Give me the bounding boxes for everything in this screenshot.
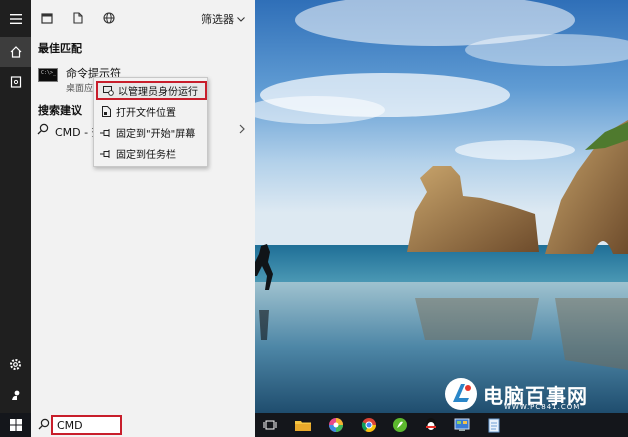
menu-item-label: 固定到"开始"屏幕	[116, 129, 196, 140]
taskbar	[0, 413, 628, 437]
search-icon	[37, 123, 49, 138]
watermark-logo-icon	[445, 378, 477, 410]
hamburger-menu-icon[interactable]	[0, 4, 31, 34]
menu-pin-to-start[interactable]: 固定到"开始"屏幕	[96, 123, 207, 142]
desktop-wallpaper	[255, 0, 628, 413]
menu-item-label: 以管理员身份运行	[118, 87, 198, 98]
windows-logo-icon	[9, 419, 22, 431]
menu-open-file-location[interactable]: 打开文件位置	[96, 102, 207, 121]
chrome-icon[interactable]	[360, 416, 378, 434]
web-filter-icon[interactable]	[101, 10, 117, 26]
search-input[interactable]	[51, 415, 122, 435]
task-view-icon[interactable]	[261, 416, 279, 434]
search-icon	[38, 418, 50, 433]
qq-icon[interactable]	[422, 416, 440, 434]
menu-run-as-admin[interactable]: 以管理员身份运行	[96, 81, 207, 100]
command-prompt-icon: C:\>_	[38, 68, 58, 82]
settings-icon[interactable]	[0, 349, 31, 379]
taskbar-search-box[interactable]	[31, 413, 255, 437]
search-results-panel: 筛选器 最佳匹配 C:\>_ 命令提示符 桌面应 搜索建议 CMD - 查	[31, 0, 255, 413]
menu-pin-to-taskbar[interactable]: 固定到任务栏	[96, 144, 207, 163]
watermark-url: WWW.PC841.COM	[504, 403, 581, 411]
menu-item-label: 固定到任务栏	[116, 150, 176, 161]
panel-toolbar: 筛选器	[31, 0, 255, 36]
context-menu: 以管理员身份运行 打开文件位置 固定到"开始"屏幕 固定到任务栏	[93, 77, 208, 167]
best-match-heading: 最佳匹配	[38, 42, 82, 55]
menu-item-label: 打开文件位置	[116, 108, 176, 119]
control-panel-icon[interactable]	[453, 416, 471, 434]
site-watermark: 电脑百事网 WWW.PC841.COM	[441, 376, 621, 412]
file-explorer-icon[interactable]	[294, 416, 312, 434]
file-location-icon	[96, 106, 116, 117]
filter-dropdown[interactable]: 筛选器	[201, 11, 245, 27]
pin-icon	[96, 128, 116, 137]
filter-label: 筛选器	[201, 13, 234, 26]
colorful-app-icon[interactable]	[327, 416, 345, 434]
start-button[interactable]	[0, 413, 31, 437]
apps-filter-icon[interactable]	[39, 10, 55, 26]
pin-icon	[96, 149, 116, 158]
notepad-icon[interactable]	[485, 416, 503, 434]
best-match-subtitle: 桌面应	[66, 84, 94, 94]
start-rail	[0, 0, 31, 413]
documents-filter-icon[interactable]	[70, 10, 86, 26]
chevron-right-icon[interactable]	[239, 123, 245, 138]
feedback-icon[interactable]	[0, 380, 31, 410]
suggestions-heading: 搜索建议	[38, 104, 82, 117]
notebook-icon[interactable]	[0, 67, 31, 97]
chevron-down-icon	[237, 16, 245, 22]
home-icon[interactable]	[0, 37, 31, 67]
green-app-icon[interactable]	[391, 416, 409, 434]
run-as-admin-icon	[98, 85, 118, 96]
